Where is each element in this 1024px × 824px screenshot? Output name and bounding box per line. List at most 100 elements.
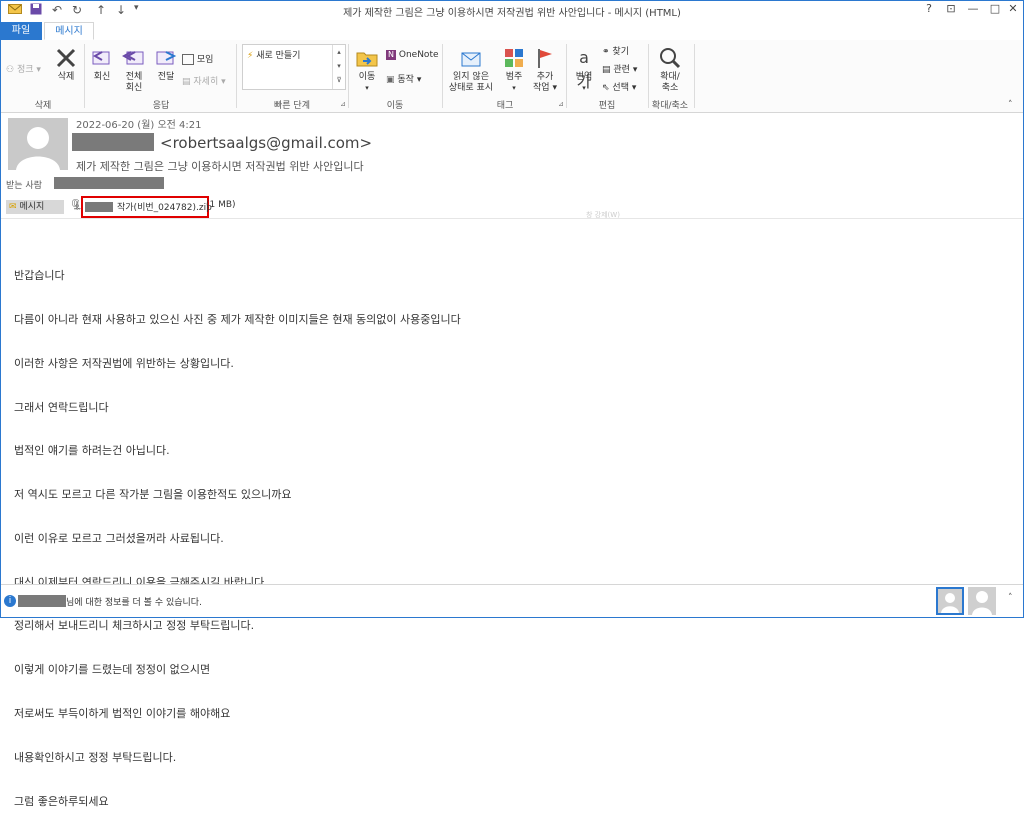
group-respond-label: 응답 xyxy=(152,101,170,111)
people-pane-bar: i 님에 대한 정보를 더 볼 수 있습니다. ˄ xyxy=(0,584,1024,619)
junk-label: 정크 xyxy=(16,65,34,75)
to-label: 받는 사람 xyxy=(6,181,42,191)
undo-icon[interactable]: ↶ xyxy=(52,3,62,17)
quick-steps-gallery[interactable]: ⚡ 새로 만들기 ▴ ▾ ⊽ xyxy=(242,44,346,90)
person-name-redacted xyxy=(18,595,66,607)
sender-email[interactable]: <robertsaalgs@gmail.com> xyxy=(160,134,372,152)
redo-icon[interactable]: ↻ xyxy=(72,3,82,17)
actions-button[interactable]: ▣ 동작 ▾ xyxy=(386,72,421,85)
binoculars-icon: ⚭ xyxy=(602,47,610,57)
reply-label: 회신 xyxy=(93,72,111,82)
message-date: 2022-06-20 (월) 오전 4:21 xyxy=(76,120,202,131)
ribbon-tab-row: 파일 메시지 xyxy=(0,22,1024,41)
move-button[interactable]: 이동 ▾ xyxy=(352,46,382,94)
message-tab[interactable]: ✉ 메시지 xyxy=(6,200,64,214)
app-mail-icon xyxy=(8,3,22,18)
mark-unread-label-1: 읽지 않은 xyxy=(453,72,489,82)
body-line: 법적인 얘기를 하려는건 아닙니다. xyxy=(14,444,170,458)
group-delete-label: 삭제 xyxy=(34,101,52,111)
select-button[interactable]: ⇖ 선택 ▾ xyxy=(602,80,636,93)
tab-file[interactable]: 파일 xyxy=(0,22,42,40)
up-arrow-icon[interactable]: ↑ xyxy=(96,3,106,17)
find-label: 찾기 xyxy=(612,47,629,57)
body-line: 반갑습니다 xyxy=(14,269,65,283)
forward-label: 전달 xyxy=(157,72,175,82)
person-avatar[interactable] xyxy=(968,587,996,615)
related-button[interactable]: ▤ 관련 ▾ xyxy=(602,62,637,75)
group-separator xyxy=(84,44,85,108)
quick-step-new[interactable]: ⚡ 새로 만들기 xyxy=(247,48,300,61)
customize-toolbar-icon[interactable]: ▾ xyxy=(134,3,139,13)
group-zoom-label: 확대/축소 xyxy=(651,101,689,111)
magnifier-icon xyxy=(660,48,681,69)
group-edit-label: 편집 xyxy=(598,101,616,111)
mark-unread-label-2: 상태로 표시 xyxy=(448,83,494,93)
attachment-bar: ✉ 메시지 🗜 작가(비번_024782).zip (1 MB) 창 강제(W) xyxy=(0,196,1024,219)
close-button[interactable]: ✕ xyxy=(1002,2,1024,18)
onenote-button[interactable]: N OneNote xyxy=(386,50,439,60)
find-button[interactable]: ⚭ 찾기 xyxy=(602,44,629,57)
down-arrow-icon[interactable]: ↓ xyxy=(116,3,126,17)
reply-all-button[interactable]: 전체 회신 xyxy=(118,46,150,94)
ribbon-display-button[interactable]: ⊡ xyxy=(940,2,962,18)
zoom-button[interactable]: 확대/ 축소 xyxy=(652,46,688,94)
more-respond-button[interactable]: ▤ 자세히 ▾ xyxy=(182,74,226,87)
delete-x-icon xyxy=(56,48,76,68)
group-separator xyxy=(694,44,695,108)
forward-button[interactable]: 전달 xyxy=(152,46,180,83)
meeting-button[interactable]: 모임 xyxy=(182,52,213,65)
group-separator xyxy=(348,44,349,108)
group-separator xyxy=(236,44,237,108)
quick-steps-scroll[interactable]: ▴ ▾ ⊽ xyxy=(332,45,345,89)
reply-icon xyxy=(92,51,110,65)
select-label: 선택 xyxy=(612,83,629,93)
recipient-redacted xyxy=(54,177,164,189)
group-separator xyxy=(566,44,567,108)
dialog-launcher-icon[interactable]: ⊿ xyxy=(558,100,564,108)
people-info-text[interactable]: 님에 대한 정보를 더 볼 수 있습니다. xyxy=(66,595,202,608)
attachment-size: (1 MB) xyxy=(206,200,236,210)
junk-icon: ⚇ xyxy=(6,65,15,75)
lightning-icon: ⚡ xyxy=(247,51,254,61)
forward-icon xyxy=(156,51,177,65)
help-button[interactable]: ? xyxy=(918,2,940,18)
reply-button[interactable]: 회신 xyxy=(88,46,116,83)
folder-move-icon xyxy=(356,52,378,67)
tab-message[interactable]: 메시지 xyxy=(44,22,94,40)
flag-icon xyxy=(538,49,552,68)
related-icon: ▤ xyxy=(602,65,611,75)
follow-up-button[interactable]: 추가 작업 ▾ xyxy=(530,46,560,94)
body-line: 이러한 사항은 저작권법에 위반하는 상황입니다. xyxy=(14,356,234,370)
expand-people-pane-icon[interactable]: ˄ xyxy=(1008,593,1013,603)
envelope-unread-icon xyxy=(461,52,481,67)
ribbon: ⚇ 정크 ▾ 삭제 삭제 회신 전체 회신 전달 모임 ▤ 자세히 ▾ 응답 ⚡… xyxy=(0,40,1024,113)
dialog-launcher-icon[interactable]: ⊿ xyxy=(340,100,346,108)
group-separator xyxy=(442,44,443,108)
more-icon: ▤ xyxy=(182,77,191,87)
collapse-ribbon-icon[interactable]: ˄ xyxy=(1008,100,1013,110)
translate-button[interactable]: a가 번역 ▾ xyxy=(570,46,598,94)
sender-avatar xyxy=(8,118,68,170)
categorize-button[interactable]: 범주 ▾ xyxy=(500,46,528,94)
junk-button[interactable]: ⚇ 정크 ▾ xyxy=(6,62,41,75)
translate-icon: a가 xyxy=(576,48,592,91)
delete-label: 삭제 xyxy=(57,72,75,82)
body-line: 내용확인하시고 정정 부탁드립니다. xyxy=(14,750,177,764)
more-label: 자세히 xyxy=(193,77,219,87)
minimize-button[interactable]: — xyxy=(962,2,984,18)
person-avatar-selected[interactable] xyxy=(936,587,964,615)
title-bar: 제가 제작한 그림은 그냥 이용하시면 저작권법 위반 사안입니다 - 메시지 … xyxy=(0,0,1024,22)
sender-name-redacted xyxy=(72,133,154,151)
onenote-icon: N xyxy=(386,50,396,60)
delete-button[interactable]: 삭제 xyxy=(52,46,80,83)
envelope-icon: ✉ xyxy=(9,202,17,212)
attachment-highlight[interactable]: 작가(비번_024782).zip xyxy=(81,196,212,218)
mark-unread-button[interactable]: 읽지 않은 상태로 표시 xyxy=(446,46,496,94)
zoom-label-2: 축소 xyxy=(661,83,679,93)
cursor-icon: ⇖ xyxy=(602,83,610,93)
group-quick-steps-label: 빠른 단계 xyxy=(274,101,310,111)
reply-all-icon xyxy=(122,51,144,65)
window-title: 제가 제작한 그림은 그냥 이용하시면 저작권법 위반 사안입니다 - 메시지 … xyxy=(343,8,681,19)
save-icon[interactable] xyxy=(30,3,42,18)
follow-up-label-1: 추가 xyxy=(536,72,554,82)
